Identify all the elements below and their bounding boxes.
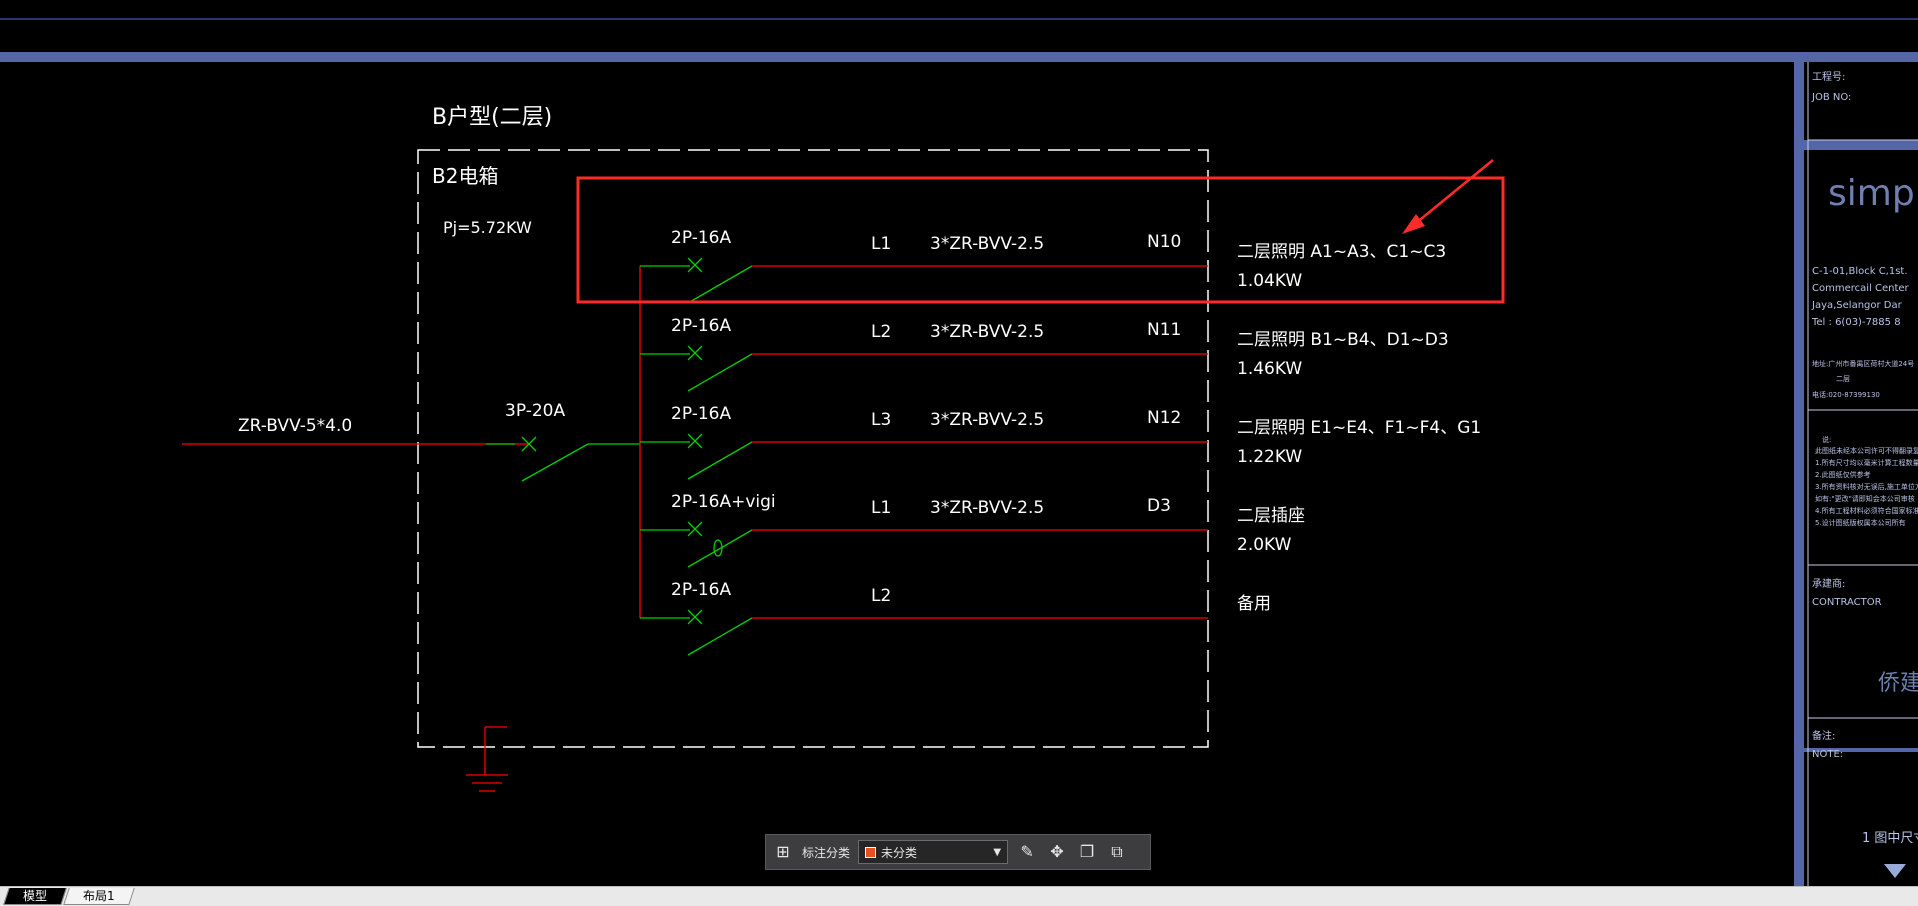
paste-icon[interactable]: ⧉	[1106, 841, 1128, 863]
cable-label: 3*ZR-BVV-2.5	[930, 234, 1044, 254]
category-color-swatch	[865, 846, 877, 858]
phase-label: L3	[871, 410, 891, 430]
circuit-number: N11	[1147, 320, 1181, 340]
breaker-label: 2P-16A	[671, 580, 731, 600]
circuit-description: 二层照明 B1~B4、D1~D3	[1237, 330, 1449, 350]
circuit-description: 二层照明 E1~E4、F1~F4、G1	[1237, 418, 1481, 438]
move-icon[interactable]: ✥	[1046, 841, 1068, 863]
circuit-description: 备用	[1237, 594, 1271, 614]
edit-icon[interactable]: ✎	[1016, 841, 1038, 863]
address-line-4: Tel : 6(03)-7885 8	[1811, 317, 1901, 328]
top-frame-bar	[0, 52, 1918, 62]
breaker-blade	[687, 617, 753, 656]
cn-address-2: 二层	[1836, 375, 1850, 383]
note-line-3: 3.所有资料核对无误后,施工单位方可施工	[1815, 482, 1918, 491]
contractor-cn: 承建商:	[1812, 577, 1845, 590]
note-line-4: 如有:"更改"请即知会本公司审核	[1815, 494, 1915, 503]
circuit-description: 二层照明 A1~A3、C1~C3	[1237, 242, 1446, 262]
category-selected-text: 未分类	[881, 845, 918, 860]
circuit-power: 1.04KW	[1237, 271, 1302, 291]
breaker-blade	[687, 529, 753, 568]
breaker-blade	[687, 441, 753, 480]
pj-value: Pj=5.72KW	[443, 218, 532, 237]
breaker-label: 2P-16A	[671, 228, 731, 248]
triangle-marker-icon	[1884, 864, 1906, 878]
circuit-power: 1.22KW	[1237, 447, 1302, 467]
tab-layout1-label: 布局1	[83, 889, 115, 903]
note-cn: 备注:	[1812, 729, 1835, 742]
annotation-arrow-icon[interactable]	[1402, 159, 1494, 234]
main-breaker-symbol	[486, 436, 640, 482]
tab-model-label: 模型	[23, 889, 48, 903]
note-en: NOTE:	[1812, 749, 1843, 760]
company-name: simpl	[1828, 173, 1918, 214]
breaker-blade	[687, 265, 753, 304]
breaker-blade	[687, 353, 753, 392]
phase-label: L2	[871, 322, 891, 342]
phase-label: L2	[871, 586, 891, 606]
phase-label: L1	[871, 498, 891, 518]
phase-label: L1	[871, 234, 891, 254]
main-breaker-label: 3P-20A	[505, 401, 565, 421]
cable-label: 3*ZR-BVV-2.5	[930, 498, 1044, 518]
circuit-power: 2.0KW	[1237, 535, 1292, 555]
ground-symbol-icon	[466, 726, 508, 792]
cable-label: 3*ZR-BVV-2.5	[930, 410, 1044, 430]
grid-icon[interactable]: ⊞	[772, 841, 794, 863]
layout-tab-strip: 模型 布局1	[0, 886, 1918, 906]
notes-title: 说:	[1822, 435, 1831, 444]
category-dropdown[interactable]: 未分类 ▼	[858, 840, 1009, 864]
box-label: B2电箱	[432, 164, 498, 188]
breaker-label: 2P-16A+vigi	[671, 492, 776, 512]
circuit-power: 1.46KW	[1237, 359, 1302, 379]
address-line-1: C-1-01,Block C,1st.	[1812, 266, 1908, 277]
note-line-6: 5.设计图纸版权属本公司所有	[1815, 518, 1906, 527]
chevron-down-icon: ▼	[993, 846, 1002, 858]
note-line-1: 1.所有尺寸均以毫米计算工程数量以图示为准	[1815, 458, 1918, 467]
note-line-0: 此图纸未经本公司许可不得翻录复制	[1815, 446, 1918, 455]
breaker-label: 2P-16A	[671, 316, 731, 336]
cable-label: 3*ZR-BVV-2.5	[930, 322, 1044, 342]
copy-icon[interactable]: ❐	[1076, 841, 1098, 863]
note-line-2: 2.此图纸仅供参考	[1815, 470, 1871, 479]
footer-note: 1 图中尺寸标	[1862, 831, 1918, 846]
cn-address-1: 地址:广州市番禺区荷村大道24号	[1812, 359, 1914, 368]
phone-text: 电话:020-87399130	[1812, 390, 1880, 399]
note-line-5: 4.所有工程材料必须符合国家标准	[1815, 506, 1918, 515]
address-line-2: Commercail Center	[1812, 283, 1910, 294]
toolbar-label: 标注分类	[802, 845, 851, 860]
cad-canvas[interactable]: 工程号: JOB NO: simpl C-1-01,Block C,1st. C…	[0, 0, 1918, 886]
contractor-en: CONTRACTOR	[1812, 597, 1882, 608]
address-line-3: Jaya,Selangor Dar	[1811, 300, 1903, 311]
tab-model[interactable]: 模型	[3, 888, 67, 905]
tab-layout1[interactable]: 布局1	[63, 888, 135, 905]
circuit-description: 二层插座	[1237, 506, 1305, 526]
drawing-title: B户型(二层)	[432, 105, 552, 130]
job-no-cn: 工程号:	[1812, 71, 1845, 83]
circuit-rows: 2P-16A L1 3*ZR-BVV-2.5 N10 二层照明 A1~A3、C1~C3 1…	[640, 228, 1481, 656]
annotation-toolbar: ⊞ 标注分类 未分类 ▼ ✎ ✥ ❐ ⧉	[765, 834, 1151, 870]
circuit-number: D3	[1147, 496, 1171, 516]
circuit-number: N10	[1147, 232, 1181, 252]
breaker-label: 2P-16A	[671, 404, 731, 424]
incoming-cable-label: ZR-BVV-5*4.0	[238, 416, 352, 436]
job-no-en: JOB NO:	[1811, 92, 1851, 103]
circuit-number: N12	[1147, 408, 1181, 428]
contractor-name: 侨建	[1878, 671, 1918, 696]
distribution-box-outline	[417, 149, 1209, 748]
